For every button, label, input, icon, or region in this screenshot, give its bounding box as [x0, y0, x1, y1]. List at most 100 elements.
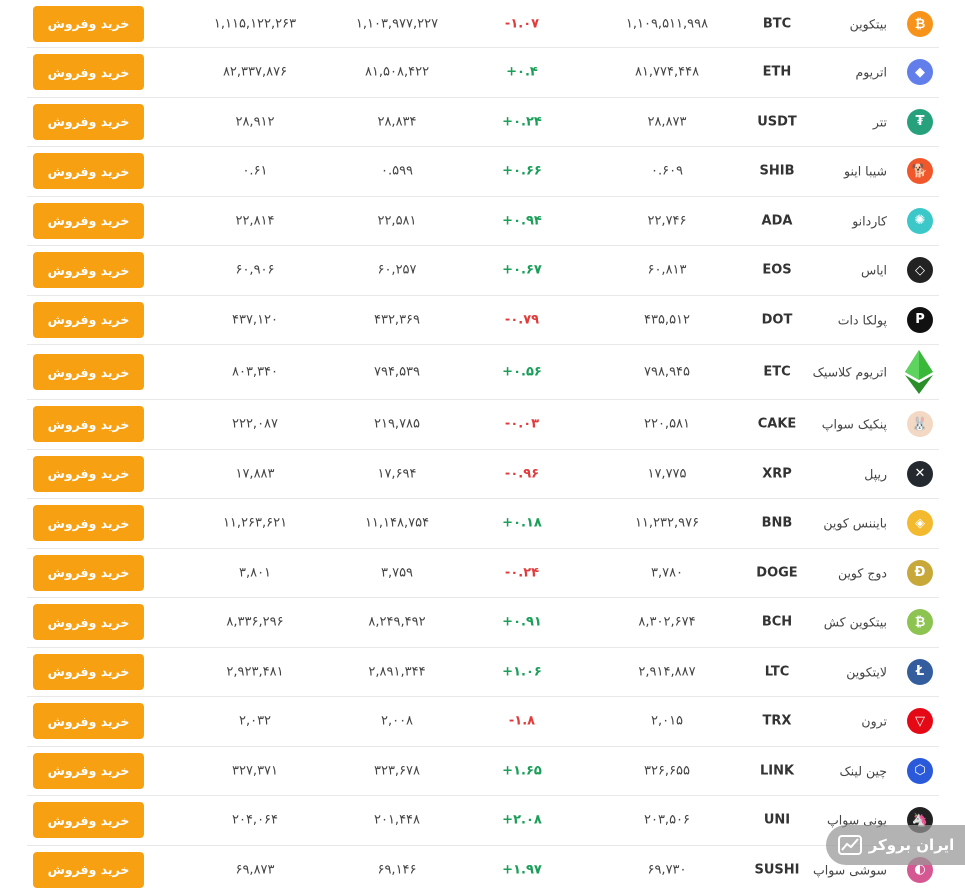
market-price: ۶۰,۸۱۳: [647, 262, 687, 278]
sell-price: ۰.۶۱: [242, 163, 268, 179]
coin-symbol: CAKE: [757, 416, 797, 432]
coin-name: بیتکوین: [849, 16, 887, 31]
coin-symbol: ETC: [763, 364, 791, 380]
sell-price: ۳۲۷,۳۷۱: [231, 763, 279, 779]
table-row: خرید وفروش ۲,۰۳۲ ۲,۰۰۸ -۱.۸ ۲,۰۱۵ TRX ترون ▽: [27, 697, 939, 747]
buy-price: ۲,۰۰۸: [380, 713, 414, 729]
buy-sell-button[interactable]: خرید وفروش: [33, 802, 144, 839]
sell-price: ۶۰,۹۰۶: [235, 262, 275, 278]
chainlink-icon: ⬡: [907, 757, 933, 784]
sell-price: ۸۲,۳۳۷,۸۷۶: [222, 64, 288, 80]
coin-name: دوج کوین: [837, 565, 887, 581]
coin-symbol: ADA: [761, 213, 793, 229]
buy-sell-button[interactable]: خرید وفروش: [33, 354, 144, 390]
buy-price: ۸۱,۵۰۸,۴۲۲: [364, 64, 430, 80]
market-price: ۲,۹۱۴,۸۸۷: [638, 664, 696, 680]
buy-sell-button[interactable]: خرید وفروش: [33, 505, 144, 542]
coin-symbol: SHIB: [759, 163, 795, 179]
table-row: خرید وفروش ۱۷,۸۸۳ ۱۷,۶۹۴ -۰.۹۶ ۱۷,۷۷۵ XRP ریپل…: [27, 450, 939, 499]
table-row: خرید وفروش ۱,۱۱۵,۱۲۲,۲۶۳ ۱,۱۰۳,۹۷۷,۲۲۷ -۱.۰…: [27, 0, 939, 48]
coin-symbol: BCH: [761, 614, 793, 630]
buy-sell-button[interactable]: خرید وفروش: [33, 604, 144, 641]
coin-symbol: SUSHI: [754, 862, 800, 878]
market-price: ۳۲۶,۶۵۵: [643, 763, 691, 779]
coin-symbol: USDT: [757, 114, 797, 130]
buy-sell-button[interactable]: خرید وفروش: [33, 301, 144, 338]
buy-sell-button[interactable]: خرید وفروش: [33, 851, 144, 888]
tron-icon: ▽: [907, 708, 933, 735]
coin-name: تتر: [872, 114, 887, 130]
coin-symbol: EOS: [762, 262, 792, 278]
sell-price: ۳,۸۰۱: [238, 565, 272, 581]
coin-name: بایننس کوین: [823, 515, 887, 531]
coin-name: پولکا دات: [837, 312, 887, 328]
coin-name: بیتکوین کش: [823, 614, 887, 630]
sell-price: ۲,۰۳۲: [238, 713, 272, 729]
market-price: ۱۱,۲۳۲,۹۷۶: [634, 515, 700, 531]
buy-price: ۱۱,۱۴۸,۷۵۴: [364, 515, 430, 531]
sell-price: ۱,۱۱۵,۱۲۲,۲۶۳: [213, 16, 297, 31]
coin-name: ترون: [861, 713, 887, 729]
change-percent: -۰.۷۹: [504, 312, 540, 328]
change-percent: +۰.۶۶: [502, 163, 542, 179]
sell-price: ۲,۹۲۳,۴۸۱: [226, 664, 284, 680]
coin-symbol: BNB: [761, 515, 793, 531]
buy-sell-button[interactable]: خرید وفروش: [33, 252, 144, 289]
coin-name: اتریوم کلاسیک: [812, 364, 887, 380]
change-percent: +۰.۶۷: [502, 262, 542, 278]
buy-sell-button[interactable]: خرید وفروش: [33, 103, 144, 140]
coin-symbol: UNI: [763, 812, 791, 828]
coin-name: کاردانو: [852, 213, 887, 229]
change-percent: -۱.۰۷: [504, 16, 540, 31]
market-price: ۲,۰۱۵: [650, 713, 684, 729]
tether-icon: ₮: [907, 108, 933, 135]
sell-price: ۲۸,۹۱۲: [235, 114, 275, 130]
buy-sell-button[interactable]: خرید وفروش: [33, 202, 144, 239]
market-price: ۸,۳۰۲,۶۷۴: [638, 614, 696, 630]
change-percent: +۰.۴: [506, 64, 538, 80]
table-row: خرید وفروش ۲۲۲,۰۸۷ ۲۱۹,۷۸۵ -۰.۰۳ ۲۲۰,۵۸۱ CAKE…: [27, 400, 939, 450]
change-percent: +۰.۹۴: [502, 213, 542, 229]
watermark-text: ایران بروکر: [868, 836, 955, 854]
buy-sell-button[interactable]: خرید وفروش: [33, 554, 144, 591]
table-row: خرید وفروش ۸۲,۳۳۷,۸۷۶ ۸۱,۵۰۸,۴۲۲ +۰.۴ ۸۱,۷۷۴…: [27, 48, 939, 98]
coin-name: لایتکوین: [846, 664, 887, 680]
buy-sell-button[interactable]: خرید وفروش: [33, 455, 144, 492]
buy-sell-button[interactable]: خرید وفروش: [33, 703, 144, 740]
coin-symbol: XRP: [762, 466, 792, 482]
sell-price: ۲۲,۸۱۴: [235, 213, 275, 229]
buy-sell-button[interactable]: خرید وفروش: [33, 153, 144, 190]
coin-name: اتریوم: [855, 64, 887, 80]
market-price: ۶۹,۷۳۰: [647, 862, 687, 878]
sell-price: ۶۹,۸۷۳: [235, 862, 275, 878]
pancakeswap-icon: 🐰: [907, 411, 933, 438]
buy-sell-button[interactable]: خرید وفروش: [33, 54, 144, 91]
sell-price: ۸,۳۳۶,۲۹۶: [226, 614, 284, 630]
bitcoin-cash-icon: ₿: [907, 609, 933, 636]
table-row: خرید وفروش ۲۲,۸۱۴ ۲۲,۵۸۱ +۰.۹۴ ۲۲,۷۴۶ ADA کارد…: [27, 197, 939, 246]
buy-price: ۰.۵۹۹: [380, 163, 414, 179]
buy-sell-button[interactable]: خرید وفروش: [33, 653, 144, 690]
polkadot-icon: P: [907, 306, 933, 333]
buy-sell-button[interactable]: خرید وفروش: [33, 752, 144, 789]
ethereum-icon: ◆: [907, 59, 933, 86]
market-price: ۸۱,۷۷۴,۴۴۸: [634, 64, 700, 80]
buy-price: ۸,۲۴۹,۴۹۲: [368, 614, 426, 630]
binance-icon: ◈: [907, 510, 933, 537]
market-price: ۲۰۳,۵۰۶: [643, 812, 691, 828]
buy-price: ۴۳۲,۳۶۹: [373, 312, 421, 328]
change-percent: -۰.۲۴: [504, 565, 540, 581]
change-percent: +۱.۰۶: [502, 664, 542, 680]
buy-price: ۱۷,۶۹۴: [377, 466, 417, 482]
table-row: خرید وفروش ۰.۶۱ ۰.۵۹۹ +۰.۶۶ ۰.۶۰۹ SHIB شیبا ای…: [27, 147, 939, 197]
buy-sell-button[interactable]: خرید وفروش: [33, 5, 144, 42]
buy-sell-button[interactable]: خرید وفروش: [33, 406, 144, 443]
coin-symbol: LTC: [764, 664, 790, 680]
buy-price: ۲۲,۵۸۱: [377, 213, 417, 229]
coin-symbol: TRX: [762, 713, 792, 729]
shiba-inu-icon: 🐕: [907, 158, 933, 185]
coin-name: ایاس: [860, 262, 887, 278]
buy-price: ۲۱۹,۷۸۵: [373, 416, 421, 432]
table-row: خرید وفروش ۳۲۷,۳۷۱ ۳۲۳,۶۷۸ +۱.۶۵ ۳۲۶,۶۵۵ LINK…: [27, 747, 939, 796]
buy-price: ۲,۸۹۱,۳۴۴: [368, 664, 426, 680]
